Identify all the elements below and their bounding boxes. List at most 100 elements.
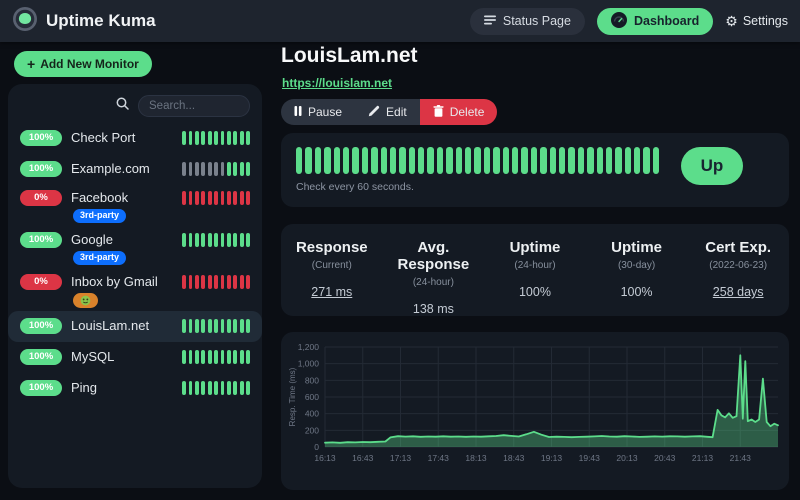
heartbeat-tick <box>465 147 471 174</box>
pause-button[interactable]: Pause <box>281 99 355 125</box>
heartbeat-tick <box>201 131 205 145</box>
search-input[interactable] <box>138 95 250 117</box>
stat-subtitle: (2022-06-23) <box>687 260 789 271</box>
heartbeat-tick <box>446 147 452 174</box>
heartbeat-tick <box>233 350 237 364</box>
navbar: Uptime Kuma Status Page Dashboard <box>0 0 800 42</box>
heartbeat-tick <box>233 233 237 247</box>
heartbeat-tick <box>399 147 405 174</box>
heartbeat-mini-bar <box>182 131 250 145</box>
svg-text:1,000: 1,000 <box>298 359 320 369</box>
stat-value: 100% <box>586 285 688 299</box>
svg-text:400: 400 <box>305 409 319 419</box>
heartbeat-tick <box>568 147 574 174</box>
uptime-badge: 100% <box>20 318 62 334</box>
heartbeat-tick <box>240 191 244 205</box>
stream-icon <box>484 14 496 28</box>
monitor-list-item[interactable]: 100% Ping <box>8 373 262 404</box>
heartbeat-tick <box>201 319 205 333</box>
heartbeat-tick <box>233 191 237 205</box>
svg-text:20:43: 20:43 <box>654 453 676 463</box>
heartbeat-tick <box>195 191 199 205</box>
monitor-list-item[interactable]: 100% MySQL <box>8 342 262 373</box>
page-title: LouisLam.net <box>281 44 418 68</box>
heartbeat-tick <box>227 350 231 364</box>
stat-column: Cert Exp. (2022-06-23) 258 days <box>687 239 789 316</box>
heartbeat-tick <box>195 275 199 289</box>
settings-button[interactable]: ⚙ Settings <box>725 14 788 28</box>
monitor-list: 100% Check Port 100% Example.com 0% Face… <box>8 123 262 404</box>
heartbeat-tick <box>182 275 186 289</box>
monitor-list-item[interactable]: 100% Example.com <box>8 154 262 185</box>
heartbeat-tick <box>362 147 368 174</box>
heartbeat-tick <box>201 233 205 247</box>
heartbeat-tick <box>208 131 212 145</box>
stat-label: Response <box>281 239 383 256</box>
heartbeat-tick <box>201 162 205 176</box>
stat-value[interactable]: 258 days <box>687 285 789 299</box>
heartbeat-mini-bar <box>182 381 250 395</box>
heartbeat-tick <box>233 131 237 145</box>
heartbeat-tick <box>214 381 218 395</box>
heartbeat-tick <box>221 233 225 247</box>
heartbeat-tick <box>409 147 415 174</box>
monitor-info: LouisLam.net <box>71 318 149 334</box>
stat-label: Cert Exp. <box>687 239 789 256</box>
heartbeat-tick <box>182 131 186 145</box>
settings-label: Settings <box>743 14 788 28</box>
delete-button[interactable]: Delete <box>420 99 498 125</box>
stat-column: Response (Current) 271 ms <box>281 239 383 316</box>
heartbeat-tick <box>540 147 546 174</box>
heartbeat-tick <box>246 381 250 395</box>
dashboard-button[interactable]: Dashboard <box>597 8 713 35</box>
stat-value[interactable]: 271 ms <box>281 285 383 299</box>
monitor-list-item[interactable]: 0% Inbox by Gmail <box>8 269 262 311</box>
monitor-list-item[interactable]: 100% Google 3rd-party <box>8 227 262 269</box>
heartbeat-tick <box>214 350 218 364</box>
heartbeat-tick <box>227 381 231 395</box>
heartbeat-tick <box>182 381 186 395</box>
monitor-list-item[interactable]: 100% Check Port <box>8 123 262 154</box>
heartbeat-tick <box>512 147 518 174</box>
app-brand[interactable]: Uptime Kuma <box>12 6 156 37</box>
stat-value: 138 ms <box>383 302 485 316</box>
edit-button[interactable]: Edit <box>355 99 420 125</box>
heartbeat-tick <box>334 147 340 174</box>
monitor-name: Facebook <box>71 190 128 206</box>
sick-face-emoji-icon <box>80 295 91 306</box>
heartbeat-tick <box>246 191 250 205</box>
heartbeat-tick <box>227 191 231 205</box>
svg-text:20:13: 20:13 <box>616 453 638 463</box>
heartbeat-tick <box>221 381 225 395</box>
monitor-info: Example.com <box>71 161 150 177</box>
status-page-button[interactable]: Status Page <box>470 8 585 35</box>
response-time-chart: 02004006008001,0001,20016:1316:4317:1317… <box>281 332 789 490</box>
heartbeat-tick <box>214 275 218 289</box>
heartbeat-tick <box>195 350 199 364</box>
heartbeat-tick <box>214 319 218 333</box>
heartbeat-tick <box>240 162 244 176</box>
monitor-name: Check Port <box>71 130 135 146</box>
monitor-list-item[interactable]: 100% LouisLam.net <box>8 311 262 342</box>
heartbeat-tick <box>182 191 186 205</box>
monitor-url-link[interactable]: https://louislam.net <box>282 76 392 90</box>
svg-text:0: 0 <box>314 442 319 452</box>
heartbeat-tick <box>240 350 244 364</box>
add-new-monitor-button[interactable]: + Add New Monitor <box>14 51 152 77</box>
heartbeat-tick <box>227 131 231 145</box>
heartbeat-tick <box>221 275 225 289</box>
heartbeat-tick <box>182 350 186 364</box>
heartbeat-tick <box>233 275 237 289</box>
uptime-badge: 100% <box>20 232 62 248</box>
svg-text:21:43: 21:43 <box>730 453 752 463</box>
uptime-kuma-logo-icon <box>12 6 38 37</box>
uptime-badge: 100% <box>20 130 62 146</box>
heartbeat-tick <box>625 147 631 174</box>
heartbeat-tick <box>246 275 250 289</box>
uptime-badge: 100% <box>20 380 62 396</box>
heartbeat-mini-bar <box>182 233 250 247</box>
monitor-list-item[interactable]: 0% Facebook 3rd-party <box>8 185 262 227</box>
dashboard-icon <box>611 12 627 31</box>
monitor-name: LouisLam.net <box>71 318 149 334</box>
heartbeat-tick <box>634 147 640 174</box>
